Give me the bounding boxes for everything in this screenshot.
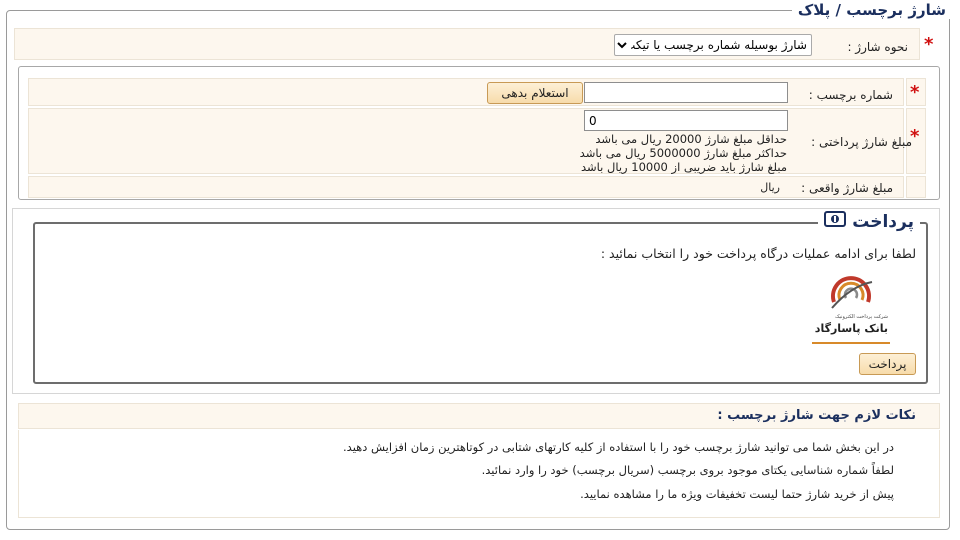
required-asterisk: * (924, 34, 934, 55)
gateway-name: بانک پاسارگاد (814, 322, 888, 335)
notes-title: نکات لازم جهت شارژ برچسب : (717, 408, 916, 423)
required-asterisk: * (910, 82, 920, 103)
payment-legend: پرداخت (818, 211, 920, 232)
note-item: لطفاً شماره شناسایی یکتای موجود بروی برچ… (481, 463, 894, 477)
pay-button[interactable]: پرداخت (859, 353, 916, 375)
money-icon (824, 211, 847, 232)
payment-hint-min: حداقل مبلغ شارژ 20000 ریال می باشد (595, 132, 787, 146)
page-title: شارژ برچسب / پلاک (791, 1, 952, 19)
payment-title: پرداخت (852, 211, 914, 232)
payment-hint-multiple: مبلغ شارژ باید ضریبی از 10000 ریال باشد (580, 160, 787, 174)
actual-amount-unit: ریال (760, 181, 780, 194)
tag-number-input[interactable] (584, 82, 788, 103)
pasargad-gateway-logo[interactable]: شرکت پرداخت الکترونیک بانک پاسارگاد (812, 270, 890, 344)
payment-instruction: لطفا برای ادامه عملیات درگاه پرداخت خود … (600, 246, 916, 261)
actual-amount-row-side (906, 176, 926, 198)
payment-hint-max: حداکثر مبلغ شارژ 5000000 ریال می باشد (579, 146, 787, 160)
actual-amount-label: مبلغ شارژ واقعی : (801, 181, 893, 195)
charge-method-select[interactable]: شارژ بوسیله شماره برچسب یا تیکت (614, 34, 812, 56)
payment-amount-input[interactable] (584, 110, 788, 131)
debt-inquiry-button[interactable]: استعلام بدهی (487, 82, 583, 104)
note-item: پیش از خرید شارژ حتما لیست تخفیفات ویژه … (580, 487, 894, 501)
note-item: در این بخش شما می توانید شارژ برچسب خود … (343, 440, 894, 454)
pasargad-emblem-icon (831, 276, 873, 309)
tag-number-label: شماره برچسب : (808, 88, 893, 102)
gateway-caption: شرکت پرداخت الکترونیک (835, 314, 888, 320)
charge-method-label: نحوه شارژ : (847, 40, 908, 54)
payment-amount-label: مبلغ شارژ پرداختی : (811, 135, 912, 149)
